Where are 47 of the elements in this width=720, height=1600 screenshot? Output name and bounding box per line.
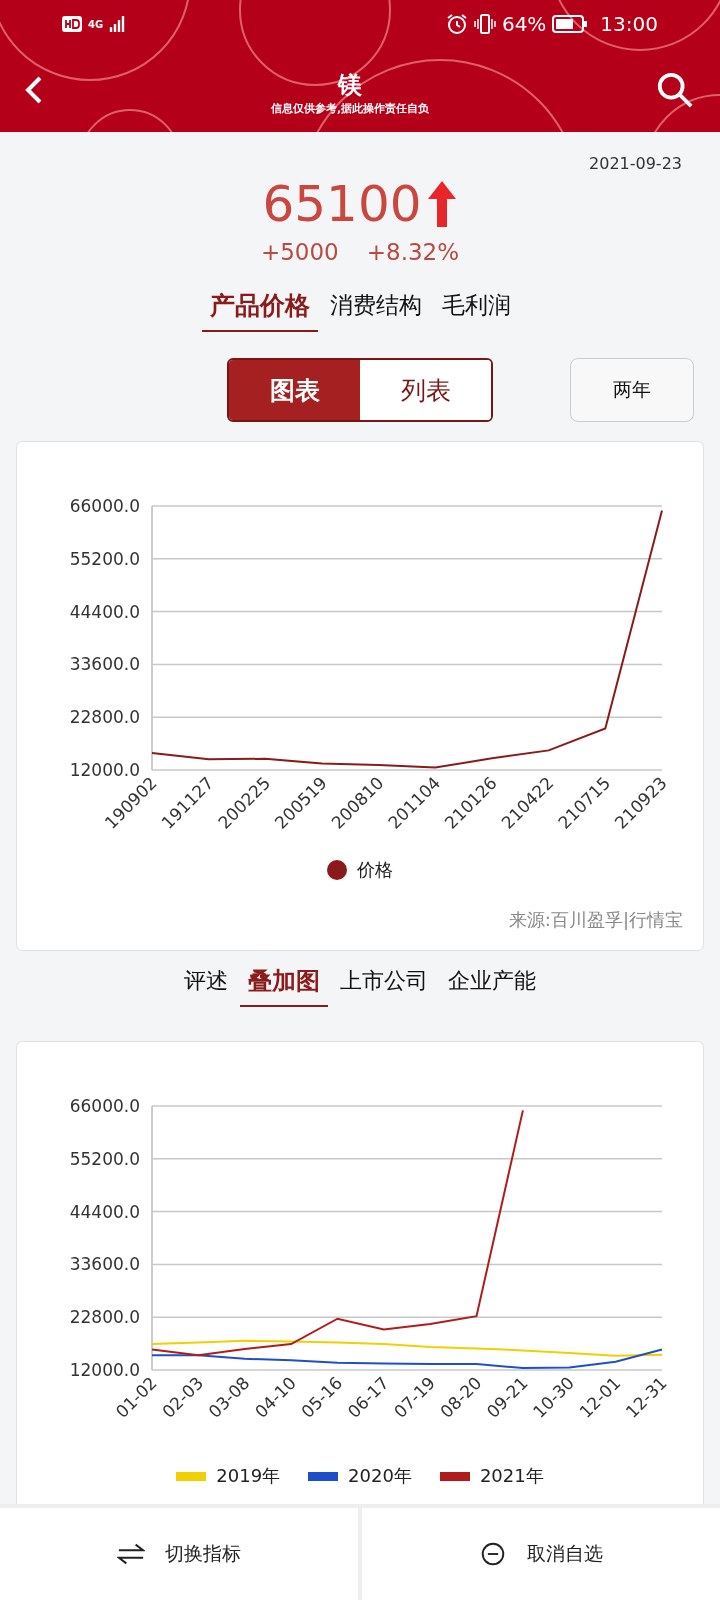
y-axis-label: 66000.0 bbox=[69, 1096, 140, 1116]
battery-icon bbox=[552, 15, 589, 33]
view-toggle[interactable]: 列表 bbox=[360, 360, 491, 420]
hd-icon bbox=[62, 16, 82, 32]
y-axis-label: 33600.0 bbox=[69, 654, 140, 675]
view-toggle[interactable]: 图表 bbox=[229, 360, 360, 420]
legend-label: 2020年 bbox=[348, 1464, 412, 1488]
section-tab[interactable]: 企业产能 bbox=[440, 965, 544, 1007]
quote-date: 2021-09-23 bbox=[589, 154, 682, 173]
y-axis-label: 66000.0 bbox=[69, 496, 140, 516]
y-axis-label: 55200.0 bbox=[69, 1148, 140, 1169]
source-text: 来源:百川盈孚|行情宝 bbox=[508, 908, 683, 932]
y-axis-label: 22800.0 bbox=[69, 707, 140, 728]
alarm-icon bbox=[445, 13, 468, 35]
section-tab[interactable]: 上市公司 bbox=[332, 965, 436, 1007]
swap-icon bbox=[117, 1542, 145, 1566]
back-icon[interactable] bbox=[24, 75, 44, 105]
y-axis-label: 44400.0 bbox=[69, 601, 140, 622]
clock-time: 13:00 bbox=[600, 12, 658, 36]
action-button[interactable]: 取消自选 bbox=[362, 1508, 720, 1600]
price-value: 65100 bbox=[262, 175, 422, 233]
page-title: 镁 bbox=[338, 69, 362, 101]
signal-icon bbox=[109, 16, 126, 32]
search-icon[interactable] bbox=[656, 71, 694, 109]
minus-circle-icon bbox=[479, 1542, 507, 1566]
y-axis-label: 22800.0 bbox=[69, 1307, 140, 1328]
y-axis-label: 12000.0 bbox=[69, 1360, 140, 1380]
price-change: +5000 bbox=[260, 239, 339, 265]
range-button[interactable]: 两年 bbox=[570, 358, 694, 422]
legend-label: 2021年 bbox=[479, 1464, 544, 1488]
category-tab[interactable]: 消费结构 bbox=[321, 289, 430, 332]
section-tab[interactable]: 叠加图 bbox=[240, 965, 328, 1007]
change-percent: +8.32% bbox=[366, 239, 460, 265]
action-button[interactable]: 切换指标 bbox=[0, 1508, 358, 1600]
battery-percent: 64% bbox=[501, 12, 547, 36]
category-tab[interactable]: 毛利润 bbox=[433, 289, 519, 332]
y-axis-label: 44400.0 bbox=[69, 1201, 140, 1222]
vibrate-icon bbox=[473, 13, 496, 35]
y-axis-label: 33600.0 bbox=[69, 1254, 140, 1275]
legend-label: 2019年 bbox=[216, 1464, 281, 1488]
y-axis-label: 12000.0 bbox=[69, 760, 140, 780]
legend-label: 价格 bbox=[357, 858, 393, 882]
disclaimer-text: 信息仅供参考,据此操作责任自负 bbox=[270, 100, 430, 116]
network-label: 4G bbox=[88, 18, 104, 30]
y-axis-label: 55200.0 bbox=[69, 548, 140, 569]
category-tab[interactable]: 产品价格 bbox=[201, 289, 318, 332]
section-tab[interactable]: 评述 bbox=[176, 965, 236, 1007]
